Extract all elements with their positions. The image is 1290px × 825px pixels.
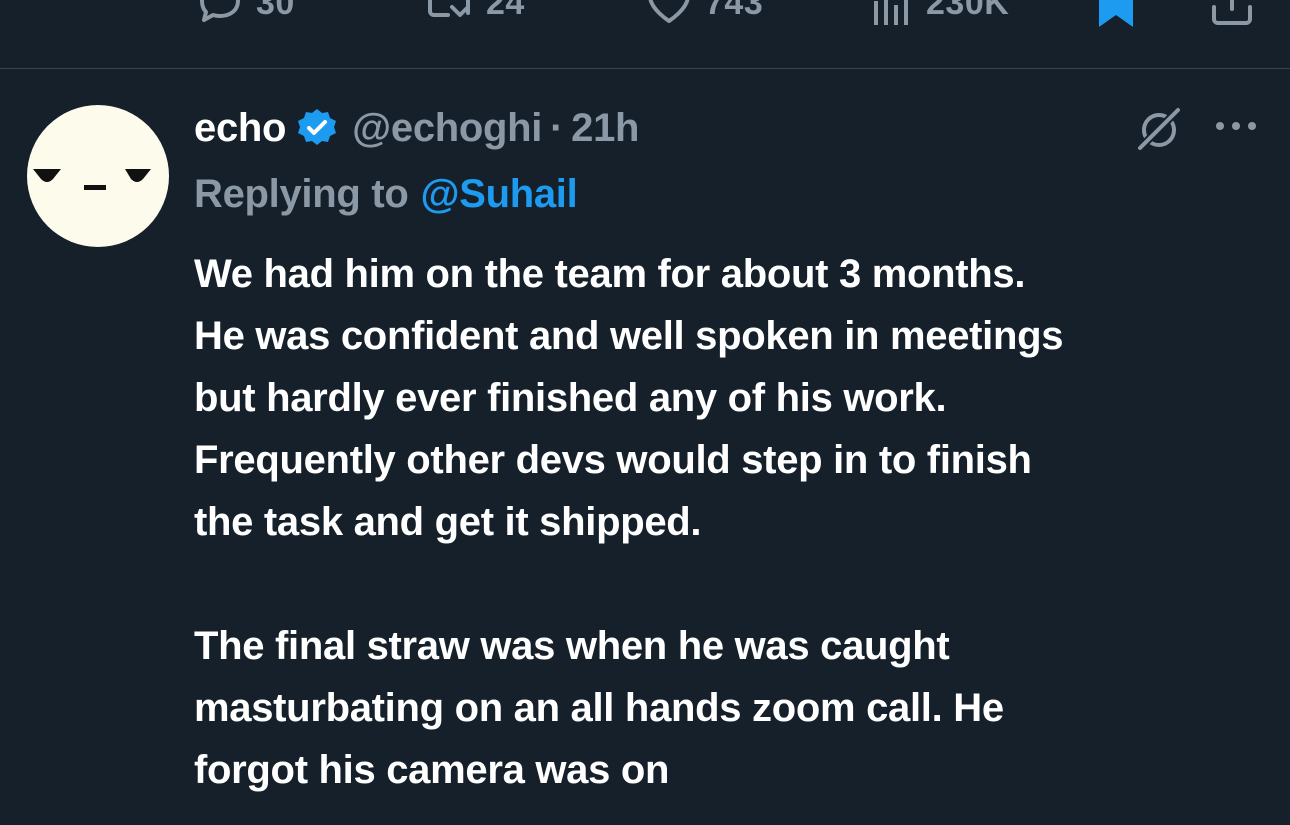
reply-to-handle-link[interactable]: @Suhail — [420, 172, 577, 217]
replying-to-line: Replying to @Suhail — [194, 167, 578, 221]
repost-icon — [428, 0, 470, 17]
tweet-thread-view: 30 24 743 230K echo @echoghi · 21h Reply… — [0, 0, 1290, 825]
share-icon — [1212, 0, 1252, 25]
tweet-header: echo @echoghi · 21h — [194, 102, 639, 154]
like-button[interactable]: 743 — [645, 0, 763, 28]
grok-button[interactable] — [1134, 104, 1184, 154]
tweet-line: the task and get it shipped. — [194, 500, 702, 544]
grok-icon — [1134, 104, 1184, 154]
tweet-line: masturbating on an all hands zoom call. … — [194, 686, 1004, 730]
share-button[interactable] — [1210, 0, 1254, 28]
reply-count: 30 — [256, 0, 295, 22]
display-name[interactable]: echo — [194, 106, 286, 151]
previous-tweet-action-bar: 30 24 743 230K — [0, 0, 1290, 28]
tweet-line: He was confident and well spoken in meet… — [194, 314, 1064, 358]
tweet-paragraph: We had him on the team for about 3 month… — [194, 243, 1274, 553]
separator-dot: · — [550, 105, 564, 150]
heart-icon — [648, 0, 690, 23]
tweet-paragraph: The final straw was when he was caught m… — [194, 615, 1274, 801]
bookmark-filled-icon — [1099, 0, 1133, 27]
repost-count: 24 — [486, 0, 525, 22]
views-button[interactable]: 230K — [870, 0, 1009, 28]
more-dots-icon — [1216, 122, 1256, 130]
unamused-face-icon — [33, 169, 151, 190]
like-count: 743 — [705, 0, 764, 22]
avatar[interactable] — [27, 105, 169, 247]
reply-button[interactable]: 30 — [196, 0, 295, 28]
tweet-divider — [0, 68, 1290, 69]
speech-bubble-icon — [200, 0, 240, 22]
tweet-line: but hardly ever finished any of his work… — [194, 376, 947, 420]
more-options-button[interactable] — [1214, 112, 1258, 140]
verified-badge[interactable] — [296, 107, 338, 149]
verified-badge-icon — [298, 109, 337, 145]
tweet-line: forgot his camera was on — [194, 748, 670, 792]
bar-chart-icon — [874, 0, 908, 25]
user-handle[interactable]: @echoghi — [352, 106, 542, 151]
tweet-line: The final straw was when he was caught — [194, 624, 950, 668]
repost-button[interactable]: 24 — [424, 0, 525, 28]
tweet-line: Frequently other devs would step in to f… — [194, 438, 1032, 482]
replying-to-label: Replying to — [194, 171, 409, 216]
tweet-timestamp[interactable]: 21h — [571, 106, 639, 151]
tweet-line: We had him on the team for about 3 month… — [194, 252, 1026, 296]
view-count: 230K — [926, 0, 1010, 22]
bookmark-button[interactable] — [1097, 0, 1135, 28]
tweet-text: We had him on the team for about 3 month… — [194, 243, 1274, 801]
